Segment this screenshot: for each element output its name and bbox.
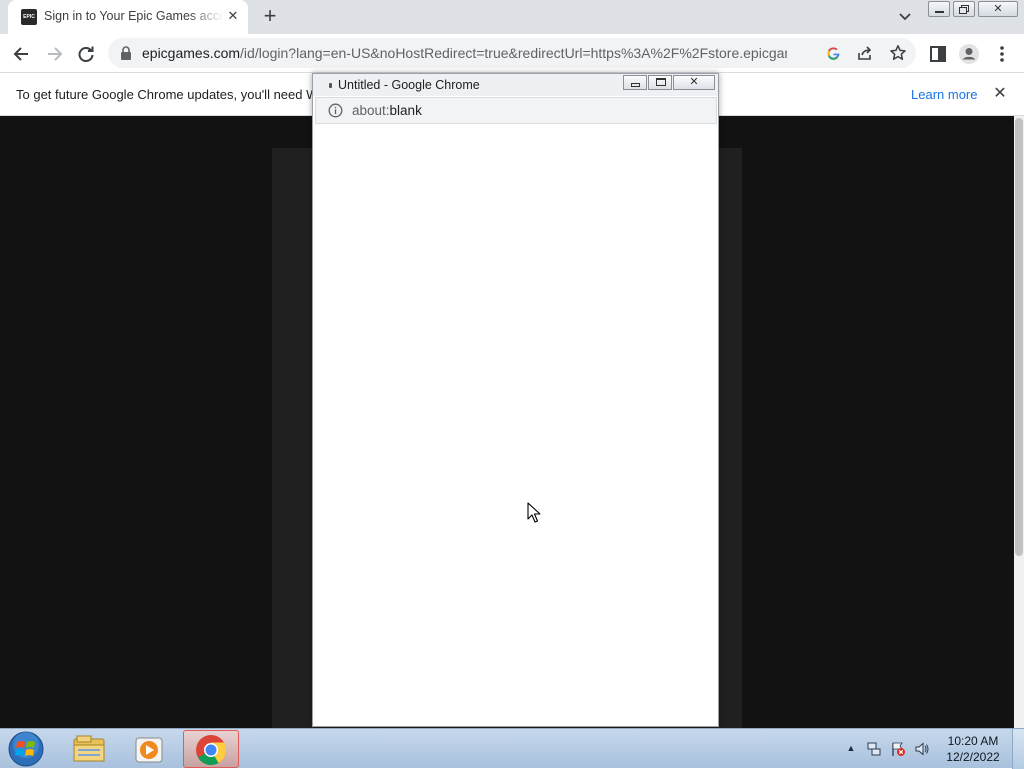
reload-icon[interactable] <box>75 43 97 65</box>
new-tab-button[interactable]: + <box>259 5 281 27</box>
side-panel-icon[interactable] <box>927 43 949 65</box>
tab-title-fade <box>188 6 224 28</box>
restore-button[interactable] <box>953 1 975 17</box>
popup-close-button[interactable]: ✕ <box>673 75 715 90</box>
popup-title: Untitled - Google Chrome <box>338 78 480 92</box>
clock-date[interactable]: 12/2/2022 <box>930 750 1016 764</box>
browser-toolbar: epicgames.com/id/login?lang=en-US&noHost… <box>0 34 1024 72</box>
popup-titlebar[interactable]: Untitled - Google Chrome ✕ <box>313 74 718 96</box>
windows-start-orb-icon[interactable] <box>4 730 48 768</box>
clock-time[interactable]: 10:20 AM <box>930 734 1016 748</box>
share-icon[interactable] <box>856 44 874 62</box>
learn-more-link[interactable]: Learn more <box>911 87 977 102</box>
epic-games-logo-icon: EPIC <box>21 9 37 25</box>
scrollbar[interactable] <box>1014 116 1024 728</box>
windows-taskbar: ▲ 10:20 AM 12/2/2022 <box>0 728 1024 769</box>
minimize-button[interactable] <box>928 1 950 17</box>
popup-address-bar[interactable]: about:blank <box>315 97 717 124</box>
scrollbar-thumb[interactable] <box>1015 118 1023 556</box>
taskbar-chrome-button[interactable] <box>183 730 239 768</box>
close-icon[interactable]: ✕ <box>225 8 241 24</box>
file-explorer-icon[interactable] <box>61 730 117 768</box>
popup-maximize-button[interactable] <box>648 75 672 90</box>
chrome-icon <box>196 735 227 766</box>
browser-tab[interactable]: EPIC Sign in to Your Epic Games account … <box>8 0 248 34</box>
popup-url[interactable]: about:blank <box>352 103 422 118</box>
profile-avatar-icon[interactable] <box>958 43 980 65</box>
google-icon[interactable] <box>825 45 842 62</box>
media-player-icon[interactable] <box>121 730 177 768</box>
popup-url-rest: blank <box>389 103 422 118</box>
url-text[interactable]: epicgames.com/id/login?lang=en-US&noHost… <box>142 45 787 61</box>
info-icon[interactable] <box>328 103 343 118</box>
address-bar[interactable]: epicgames.com/id/login?lang=en-US&noHost… <box>108 38 916 68</box>
url-path: /id/login?lang=en-US&noHostRedirect=true… <box>240 45 787 61</box>
window-close-button[interactable]: ✕ <box>978 1 1018 17</box>
bookmark-star-icon[interactable] <box>889 44 907 62</box>
popup-minimize-button[interactable] <box>623 75 647 90</box>
url-host: epicgames.com <box>142 45 241 61</box>
action-center-flag-icon[interactable] <box>890 741 906 757</box>
show-desktop-button[interactable] <box>1012 729 1024 769</box>
menu-kebab-icon[interactable] <box>991 43 1013 65</box>
mouse-cursor-icon <box>527 502 541 523</box>
popup-url-scheme: about: <box>352 103 390 118</box>
close-icon[interactable]: ✕ <box>992 86 1008 102</box>
network-icon[interactable] <box>866 741 882 757</box>
forward-arrow-icon[interactable] <box>43 43 65 65</box>
popup-window: Untitled - Google Chrome ✕ about:blank <box>312 73 719 727</box>
tray-expand-icon[interactable]: ▲ <box>846 743 856 753</box>
popup-page-body[interactable] <box>313 125 718 726</box>
popup-favicon-icon <box>329 83 332 88</box>
back-arrow-icon[interactable] <box>11 43 33 65</box>
tab-strip: EPIC Sign in to Your Epic Games account … <box>0 0 1024 34</box>
chevron-down-icon[interactable] <box>896 8 914 26</box>
lock-icon[interactable] <box>120 46 132 60</box>
infobar-message: To get future Google Chrome updates, you… <box>16 87 319 102</box>
volume-icon[interactable] <box>914 741 930 757</box>
